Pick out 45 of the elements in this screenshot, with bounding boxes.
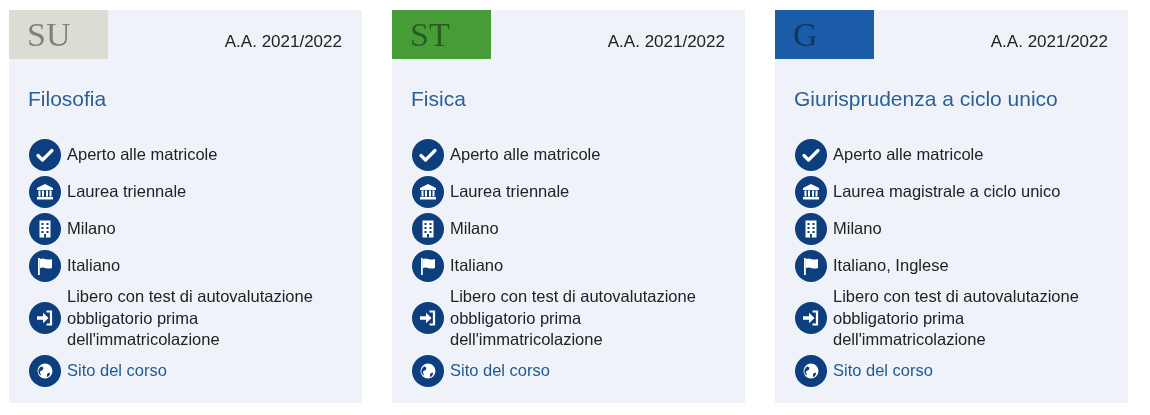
course-title[interactable]: Fisica (411, 87, 745, 111)
flag-icon (29, 250, 61, 282)
globe-icon (795, 354, 827, 387)
institution-icon (29, 176, 61, 208)
office-building-icon (795, 213, 827, 245)
info-text: Milano (450, 218, 500, 240)
info-text: Aperto alle matricole (67, 144, 219, 166)
academic-year: A.A. 2021/2022 (224, 31, 342, 52)
check-icon (412, 139, 444, 171)
flag-icon (795, 250, 827, 282)
academic-year: A.A. 2021/2022 (990, 31, 1108, 52)
info-text: Italiano, Inglese (833, 255, 950, 277)
info-text: Laurea triennale (67, 181, 188, 203)
info-text: Aperto alle matricole (833, 144, 985, 166)
course-title[interactable]: Giurisprudenza a ciclo unico (794, 87, 1128, 111)
check-icon (795, 139, 827, 171)
course-site-link[interactable]: Sito del corso (450, 359, 550, 382)
info-text: Milano (67, 218, 117, 240)
institution-icon (795, 176, 827, 208)
check-icon (29, 139, 61, 171)
sign-in-icon (412, 302, 444, 335)
globe-icon (29, 354, 61, 387)
info-text: Aperto alle matricole (450, 144, 602, 166)
office-building-icon (29, 213, 61, 245)
course-title[interactable]: Filosofia (28, 87, 362, 111)
info-text: Milano (833, 218, 883, 240)
area-badge: G (775, 10, 874, 59)
course-site-link[interactable]: Sito del corso (67, 359, 167, 382)
flag-icon (412, 250, 444, 282)
info-text: Libero con test di autovalutazione obbligatorio prima dell'immatricolazione (833, 286, 1080, 350)
area-badge: ST (392, 10, 491, 59)
info-text: Laurea magistrale a ciclo unico (833, 181, 1062, 203)
info-text: Libero con test di autovalutazione obbligatorio prima dell'immatricolazione (450, 286, 697, 350)
area-badge: SU (9, 10, 108, 59)
institution-icon (412, 176, 444, 208)
course-site-link[interactable]: Sito del corso (833, 359, 933, 382)
sign-in-icon (795, 302, 827, 335)
info-text: Laurea triennale (450, 181, 571, 203)
sign-in-icon (29, 302, 61, 335)
info-text: Italiano (450, 255, 505, 277)
info-text: Italiano (67, 255, 122, 277)
academic-year: A.A. 2021/2022 (607, 31, 725, 52)
office-building-icon (412, 213, 444, 245)
info-text: Libero con test di autovalutazione obbligatorio prima dell'immatricolazione (67, 286, 314, 350)
globe-icon (412, 354, 444, 387)
